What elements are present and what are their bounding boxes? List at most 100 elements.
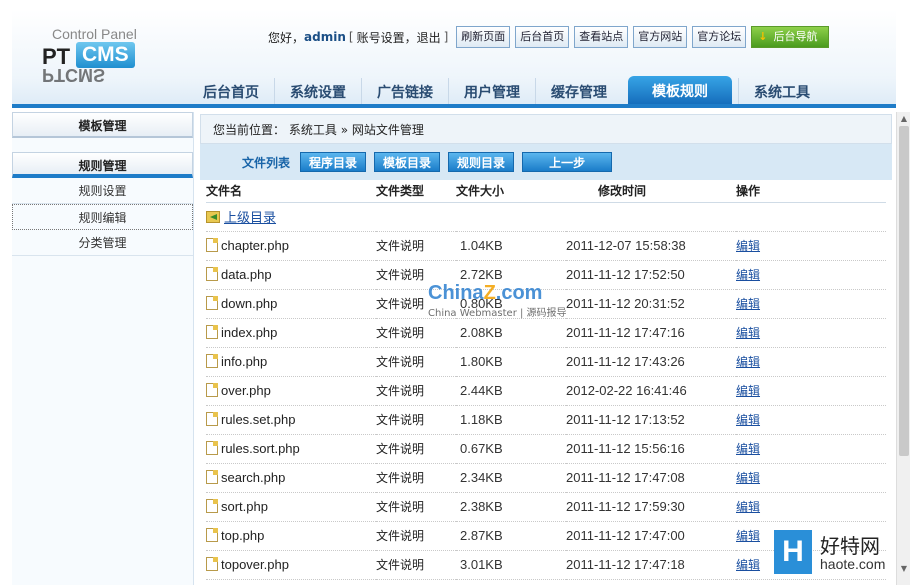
col-actions: 操作	[736, 180, 886, 203]
official-site-button[interactable]: 官方网站	[633, 26, 688, 48]
scroll-up-icon[interactable]: ▲	[899, 114, 909, 124]
file-table: 文件名 文件类型 文件大小 修改时间 操作 上级目录 chapter.php 文件…	[206, 180, 886, 580]
file-name: over.php	[221, 383, 271, 398]
scroll-thumb[interactable]	[899, 126, 909, 456]
china-z-watermark: ChinaZ.com	[428, 282, 543, 304]
sidebar: 模板管理 规则管理 规则设置 规则编辑 分类管理	[12, 112, 194, 585]
logout-link[interactable]: 退出	[417, 29, 441, 46]
file-size: 1.80KB	[456, 347, 566, 377]
admin-nav-button[interactable]: ↓ 后台导航	[751, 26, 829, 48]
up-dir-link[interactable]: 上级目录	[224, 210, 276, 225]
edit-link[interactable]: 编辑	[736, 558, 760, 572]
file-name: info.php	[221, 354, 268, 369]
previous-step-button[interactable]: 上一步	[522, 152, 613, 172]
file-type: 文件说明	[376, 492, 456, 522]
edit-link[interactable]: 编辑	[736, 500, 760, 514]
php-file-icon	[206, 412, 218, 426]
table-row: chapter.php 文件说明 1.04KB 2011-12-07 15:58:38…	[206, 231, 886, 261]
haote-watermark: H 好特网 haote.com	[774, 530, 914, 574]
admin-home-button[interactable]: 后台首页	[515, 26, 570, 48]
file-modified: 2011-11-12 17:43:26	[566, 347, 736, 377]
program-dir-button[interactable]: 程序目录	[300, 152, 367, 172]
main-content: 您当前位置： 系统工具 » 网站文件管理 文件列表 程序目录 模板目录 规则目录…	[200, 114, 892, 585]
file-name: sort.php	[221, 499, 268, 514]
refresh-page-button[interactable]: 刷新页面	[456, 26, 511, 48]
file-size: 1.18KB	[456, 405, 566, 435]
breadcrumb-level1[interactable]: 系统工具	[289, 123, 337, 137]
file-name: index.php	[221, 325, 278, 340]
logo-pt: PT	[42, 44, 71, 69]
vertical-scrollbar[interactable]: ▲ ▼	[896, 112, 910, 585]
view-site-button[interactable]: 查看站点	[574, 26, 629, 48]
breadcrumb-prefix: 您当前位置：	[213, 123, 286, 137]
template-dir-button[interactable]: 模板目录	[374, 152, 441, 172]
rule-dir-button[interactable]: 规则目录	[448, 152, 515, 172]
file-modified: 2011-11-12 17:47:08	[566, 463, 736, 493]
col-modified: 修改时间	[566, 180, 736, 203]
sidebar-item-category-management[interactable]: 分类管理	[12, 230, 193, 256]
logo-subtitle: Control Panel	[52, 26, 137, 42]
bracket-open: [	[348, 30, 354, 44]
edit-link[interactable]: 编辑	[736, 268, 760, 282]
sidebar-item-rule-edit[interactable]: 规则编辑	[12, 204, 193, 230]
file-modified: 2011-11-12 17:47:18	[566, 550, 736, 580]
header: Control Panel PT CMS PTCMS 您好， admin [ 账…	[12, 10, 896, 108]
edit-link[interactable]: 编辑	[736, 529, 760, 543]
php-file-icon	[206, 470, 218, 484]
table-row: search.php 文件说明 2.34KB 2011-11-12 17:47:08 编…	[206, 463, 886, 493]
table-row: info.php 文件说明 1.80KB 2011-11-12 17:43:26 编辑	[206, 347, 886, 377]
file-name: down.php	[221, 296, 278, 311]
main-tabs: 后台首页 系统设置 广告链接 用户管理 缓存管理 模板规则 系统工具	[188, 74, 825, 108]
table-row: over.php 文件说明 2.44KB 2012-02-22 16:41:46 编辑	[206, 376, 886, 406]
account-settings-link[interactable]: 账号设置	[357, 29, 405, 46]
logo: Control Panel PT CMS PTCMS	[42, 26, 162, 86]
file-type: 文件说明	[376, 405, 456, 435]
file-size: 0.67KB	[456, 434, 566, 464]
edit-link[interactable]: 编辑	[736, 239, 760, 253]
table-row: rules.sort.php 文件说明 0.67KB 2011-11-12 15:56…	[206, 434, 886, 464]
edit-link[interactable]: 编辑	[736, 471, 760, 485]
edit-link[interactable]: 编辑	[736, 297, 760, 311]
file-list-label: 文件列表	[242, 155, 291, 170]
file-size: 2.38KB	[456, 492, 566, 522]
file-size: 2.87KB	[456, 521, 566, 551]
file-size: 2.08KB	[456, 318, 566, 348]
file-modified: 2011-11-12 17:47:16	[566, 318, 736, 348]
file-modified: 2011-11-12 17:52:50	[566, 260, 736, 290]
edit-link[interactable]: 编辑	[736, 384, 760, 398]
sidebar-section-rule-management[interactable]: 规则管理	[12, 152, 193, 178]
sidebar-item-rule-settings[interactable]: 规则设置	[12, 178, 193, 204]
php-file-icon	[206, 441, 218, 455]
file-name: chapter.php	[221, 238, 289, 253]
haote-name: 好特网	[820, 534, 880, 558]
edit-link[interactable]: 编辑	[736, 355, 760, 369]
php-file-icon	[206, 528, 218, 542]
php-file-icon	[206, 383, 218, 397]
down-arrow-icon: ↓	[758, 30, 768, 43]
file-type: 文件说明	[376, 347, 456, 377]
php-file-icon	[206, 557, 218, 571]
file-name: rules.set.php	[221, 412, 296, 427]
file-type: 文件说明	[376, 521, 456, 551]
sidebar-section-template-management[interactable]: 模板管理	[12, 112, 193, 138]
edit-link[interactable]: 编辑	[736, 413, 760, 427]
col-filetype: 文件类型	[376, 180, 456, 203]
file-name: data.php	[221, 267, 272, 282]
top-bar: 您好， admin [ 账号设置 ， 退出 ] 刷新页面 后台首页 查看站点 官…	[268, 26, 829, 48]
file-name: rules.sort.php	[221, 441, 300, 456]
php-file-icon	[206, 296, 218, 310]
file-modified: 2011-11-12 17:47:00	[566, 521, 736, 551]
official-forum-button[interactable]: 官方论坛	[692, 26, 747, 48]
table-row-up-dir: 上级目录	[206, 202, 886, 232]
file-type: 文件说明	[376, 231, 456, 261]
edit-link[interactable]: 编辑	[736, 442, 760, 456]
file-modified: 2011-12-07 15:58:38	[566, 231, 736, 261]
file-type: 文件说明	[376, 463, 456, 493]
file-toolbar: 文件列表 程序目录 模板目录 规则目录 上一步	[200, 144, 892, 180]
breadcrumb: 您当前位置： 系统工具 » 网站文件管理	[200, 114, 892, 144]
bracket-close: ]	[443, 30, 449, 44]
edit-link[interactable]: 编辑	[736, 326, 760, 340]
file-type: 文件说明	[376, 376, 456, 406]
folder-up-icon	[206, 211, 220, 223]
file-name: top.php	[221, 528, 265, 543]
